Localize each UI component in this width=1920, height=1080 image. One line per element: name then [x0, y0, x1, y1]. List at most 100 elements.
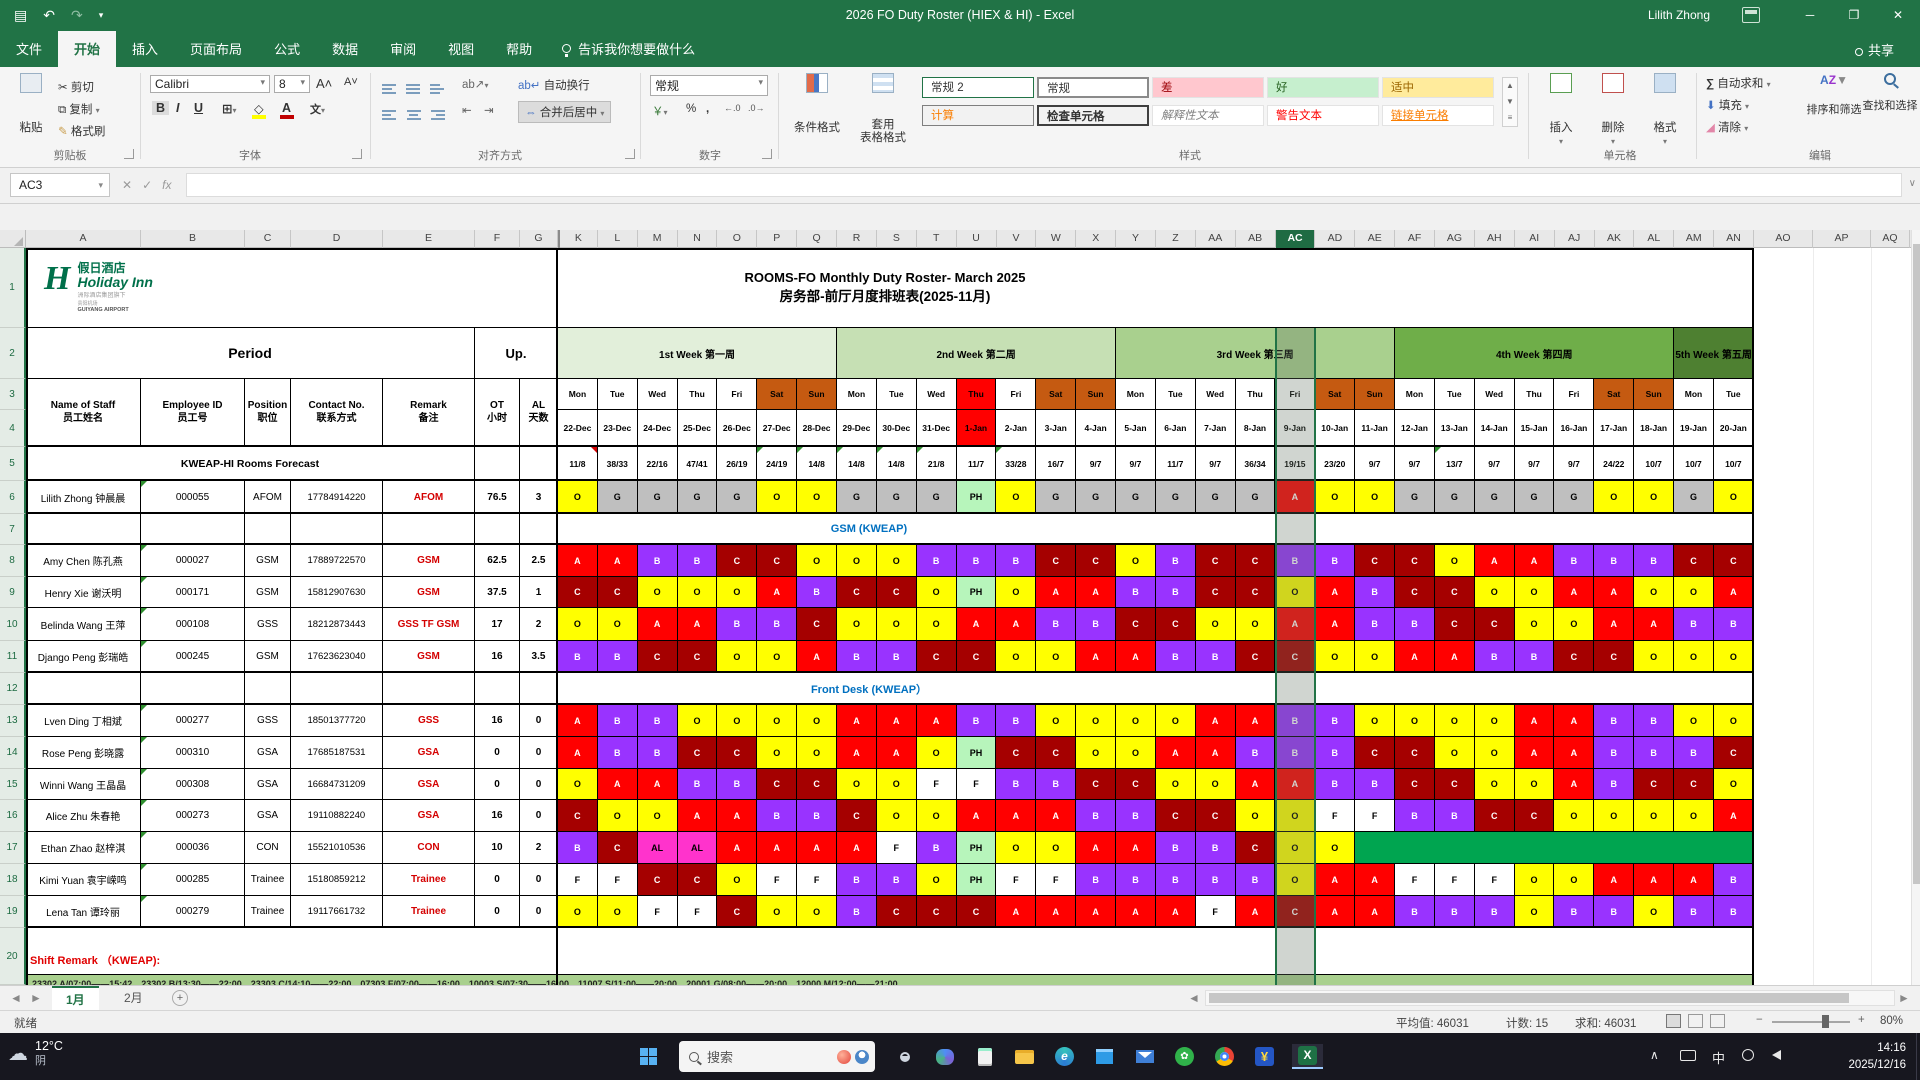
shift-cell[interactable]: C — [558, 800, 598, 832]
ribbon-display-options-icon[interactable] — [1742, 7, 1760, 23]
shift-cell[interactable]: B — [1355, 577, 1396, 608]
shift-cell[interactable]: G — [597, 481, 638, 514]
shift-cell[interactable]: A — [876, 705, 917, 737]
date-header-4-Jan[interactable]: 4-Jan — [1076, 410, 1117, 447]
forecast-cell-1[interactable]: 38/33 — [597, 447, 638, 481]
shift-cell[interactable]: G — [1514, 481, 1555, 514]
cell-contact[interactable]: 17623623040 — [291, 641, 383, 673]
shift-cell[interactable]: O — [1634, 896, 1675, 928]
speaker-icon[interactable] — [1772, 1050, 1781, 1060]
shift-cell[interactable]: A — [996, 896, 1037, 928]
style-neutral[interactable]: 适中 — [1382, 77, 1494, 98]
shift-cell[interactable]: O — [717, 641, 758, 673]
shift-cell[interactable]: A — [1514, 705, 1555, 737]
shift-cell[interactable]: O — [1355, 641, 1396, 673]
row-header-17[interactable]: 17 — [0, 832, 26, 864]
shift-cell[interactable]: A — [1554, 737, 1595, 769]
day-header-29[interactable]: Tue — [1713, 379, 1754, 410]
shift-cell[interactable]: A — [637, 608, 678, 641]
column-header-V[interactable]: V — [997, 230, 1037, 248]
number-format-combo[interactable]: 常规 — [650, 75, 768, 96]
date-header-12-Jan[interactable]: 12-Jan — [1395, 410, 1435, 447]
shift-cell[interactable]: C — [757, 545, 798, 577]
view-normal-icon[interactable] — [1666, 1014, 1681, 1028]
shift-cell[interactable]: B — [1713, 608, 1754, 641]
cell-position[interactable]: AFOM — [245, 481, 291, 514]
shift-cell[interactable]: O — [1713, 481, 1754, 514]
shift-cell[interactable]: C — [677, 641, 718, 673]
shift-cell[interactable]: G — [1474, 481, 1515, 514]
cell-remark[interactable]: GSM — [383, 545, 475, 577]
shift-cell[interactable]: O — [1235, 800, 1276, 832]
cell-name[interactable]: Kimi Yuan 袁宇嵘鸣 — [26, 864, 141, 896]
format-as-table-button[interactable]: 套用 表格格式 — [852, 73, 914, 144]
shift-cell[interactable]: C — [637, 864, 678, 896]
shift-cell[interactable]: A — [1036, 896, 1077, 928]
shift-cell[interactable]: A — [1554, 705, 1595, 737]
day-header-27[interactable]: Sun — [1634, 379, 1675, 410]
shift-cell[interactable]: O — [1474, 577, 1515, 608]
shift-cell[interactable]: O — [837, 769, 877, 800]
shift-cell[interactable]: O — [1713, 769, 1754, 800]
shift-cell[interactable]: PH — [956, 864, 997, 896]
cell-remark[interactable]: GSM — [383, 577, 475, 608]
cell-position[interactable]: GSA — [245, 769, 291, 800]
date-header-20-Jan[interactable]: 20-Jan — [1713, 410, 1754, 447]
shift-cell[interactable]: C — [677, 737, 718, 769]
row-header-6[interactable]: 6 — [0, 481, 26, 514]
day-header-21[interactable]: Mon — [1395, 379, 1435, 410]
column-header-AJ[interactable]: AJ — [1555, 230, 1595, 248]
shift-cell[interactable]: F — [558, 864, 598, 896]
shift-cell[interactable]: C — [1395, 545, 1435, 577]
shift-cell[interactable]: O — [677, 705, 718, 737]
shift-cell[interactable]: A — [797, 832, 838, 864]
cell-al[interactable]: 0 — [520, 769, 558, 800]
cell-position[interactable]: CON — [245, 832, 291, 864]
forecast-cell-6[interactable]: 14/8 — [797, 447, 838, 481]
shift-cell[interactable]: C — [1195, 577, 1236, 608]
name-box[interactable]: AC3 — [10, 173, 110, 197]
shift-cell[interactable]: A — [996, 608, 1037, 641]
date-header-31-Dec[interactable]: 31-Dec — [916, 410, 957, 447]
tell-me-box[interactable]: 告诉我你想要做什么 — [548, 31, 709, 67]
paste-button[interactable]: 粘贴 — [10, 73, 52, 135]
shift-cell[interactable]: B — [956, 545, 997, 577]
row-header-4[interactable]: 4 — [0, 410, 26, 447]
shift-cell[interactable]: O — [1195, 769, 1236, 800]
cell-remark[interactable]: Trainee — [383, 864, 475, 896]
cell-contact[interactable]: 15812907630 — [291, 577, 383, 608]
shift-cell[interactable]: O — [1155, 769, 1196, 800]
shift-cell[interactable]: G — [1036, 481, 1077, 514]
column-header-G[interactable]: G — [520, 230, 558, 248]
shift-cell[interactable]: O — [1514, 896, 1555, 928]
shift-cell[interactable]: A — [1554, 577, 1595, 608]
delete-cells-button[interactable]: 删除 ▾ — [1590, 73, 1636, 147]
shift-cell[interactable]: O — [916, 608, 957, 641]
shift-cell[interactable]: O — [558, 896, 598, 928]
shift-cell[interactable]: B — [797, 800, 838, 832]
shift-cell[interactable]: A — [1594, 608, 1635, 641]
shift-cell[interactable]: O — [1474, 769, 1515, 800]
column-header-AQ[interactable]: AQ — [1871, 230, 1910, 248]
shift-cell[interactable]: B — [1554, 896, 1595, 928]
shift-cell[interactable]: O — [597, 608, 638, 641]
cell-remark[interactable]: Trainee — [383, 896, 475, 928]
shift-cell[interactable]: A — [597, 769, 638, 800]
cell-ot[interactable]: 37.5 — [475, 577, 520, 608]
shift-cell[interactable]: G — [717, 481, 758, 514]
cancel-icon[interactable]: ✕ — [122, 178, 142, 192]
date-header-7-Jan[interactable]: 7-Jan — [1195, 410, 1236, 447]
cell-contact[interactable]: 18212873443 — [291, 608, 383, 641]
shift-cell[interactable]: A — [757, 832, 798, 864]
cell-al[interactable]: 2 — [520, 608, 558, 641]
shift-cell[interactable]: A — [916, 705, 957, 737]
day-header-0[interactable]: Mon — [558, 379, 598, 410]
tab-insert[interactable]: 插入 — [116, 31, 174, 67]
date-header-15-Jan[interactable]: 15-Jan — [1514, 410, 1555, 447]
row-header-20[interactable]: 20 — [0, 928, 26, 985]
shift-cell[interactable]: B — [717, 608, 758, 641]
cell-employee-id[interactable]: 000273 — [141, 800, 245, 832]
forecast-empty-ot[interactable] — [475, 447, 520, 481]
cell-position[interactable]: GSA — [245, 800, 291, 832]
column-header-AL[interactable]: AL — [1634, 230, 1675, 248]
